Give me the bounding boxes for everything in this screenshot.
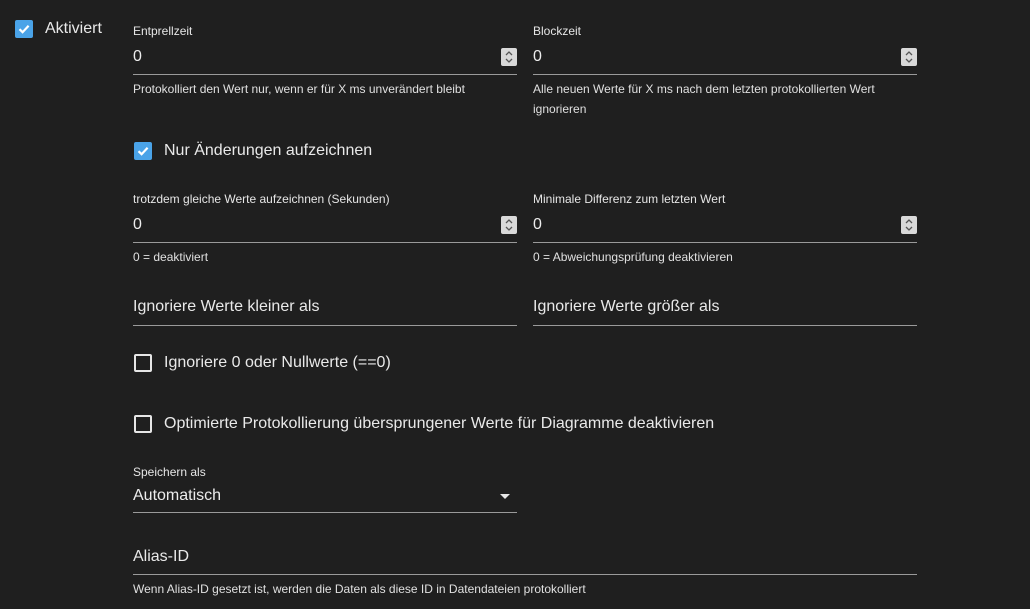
- debounce-input[interactable]: 0: [133, 48, 142, 66]
- store-as-label: Speichern als: [133, 465, 206, 479]
- still-record-field: trotzdem gleiche Werte aufzeichnen (Seku…: [133, 192, 517, 267]
- ignore-zero-checkbox[interactable]: [134, 354, 152, 372]
- debounce-label: Entprellzeit: [133, 24, 193, 38]
- dropdown-arrow-icon[interactable]: [500, 493, 510, 499]
- min-diff-underline: [533, 242, 917, 243]
- ignore-zero-row[interactable]: Ignoriere 0 oder Nullwerte (==0): [134, 354, 391, 372]
- disable-skipped-checkbox[interactable]: [134, 415, 152, 433]
- ignore-below-underline: [133, 325, 517, 326]
- debounce-helper: Protokolliert den Wert nur, wenn er für …: [133, 82, 465, 96]
- ignore-above-input[interactable]: Ignoriere Werte größer als: [533, 298, 917, 320]
- still-record-stepper[interactable]: [501, 216, 517, 234]
- checkmark-icon: [137, 147, 149, 156]
- blocktime-label: Blockzeit: [533, 24, 582, 38]
- enabled-checkbox[interactable]: [15, 20, 33, 38]
- enabled-label: Aktiviert: [45, 20, 102, 37]
- disable-skipped-label: Optimierte Protokollierung übersprungene…: [164, 415, 715, 432]
- ignore-zero-label: Ignoriere 0 oder Nullwerte (==0): [164, 354, 391, 371]
- alias-field[interactable]: Alias-ID Wenn Alias-ID gesetzt ist, werd…: [133, 548, 917, 599]
- blocktime-input[interactable]: 0: [533, 48, 542, 66]
- blocktime-underline: [533, 74, 917, 75]
- still-record-underline: [133, 242, 517, 243]
- ignore-below-field[interactable]: Ignoriere Werte kleiner als: [133, 298, 517, 326]
- still-record-label: trotzdem gleiche Werte aufzeichnen (Seku…: [133, 192, 390, 206]
- stepper-arrows-icon: [505, 51, 513, 63]
- changes-only-row[interactable]: Nur Änderungen aufzeichnen: [134, 142, 372, 160]
- changes-only-checkbox[interactable]: [134, 142, 152, 160]
- still-record-input[interactable]: 0: [133, 216, 142, 234]
- store-as-select[interactable]: Automatisch: [133, 487, 221, 505]
- still-record-helper: 0 = deaktiviert: [133, 250, 209, 264]
- alias-input[interactable]: Alias-ID: [133, 548, 917, 570]
- debounce-field: Entprellzeit 0 Protokolliert den Wert nu…: [133, 24, 517, 99]
- alias-helper: Wenn Alias-ID gesetzt ist, werden die Da…: [133, 582, 586, 596]
- min-diff-helper: 0 = Abweichungsprüfung deaktivieren: [533, 250, 733, 264]
- store-as-field[interactable]: Speichern als Automatisch: [133, 465, 517, 513]
- alias-underline: [133, 574, 917, 575]
- min-diff-input[interactable]: 0: [533, 216, 542, 234]
- debounce-stepper[interactable]: [501, 48, 517, 66]
- stepper-arrows-icon: [505, 219, 513, 231]
- min-diff-stepper[interactable]: [901, 216, 917, 234]
- ignore-below-input[interactable]: Ignoriere Werte kleiner als: [133, 298, 517, 320]
- debounce-underline: [133, 74, 517, 75]
- checkmark-icon: [18, 25, 30, 34]
- min-diff-label: Minimale Differenz zum letzten Wert: [533, 192, 726, 206]
- changes-only-label: Nur Änderungen aufzeichnen: [164, 142, 373, 159]
- stepper-arrows-icon: [905, 219, 913, 231]
- blocktime-stepper[interactable]: [901, 48, 917, 66]
- blocktime-helper: Alle neuen Werte für X ms nach dem letzt…: [533, 82, 875, 116]
- enabled-checkbox-row[interactable]: Aktiviert: [15, 20, 102, 38]
- ignore-above-underline: [533, 325, 917, 326]
- stepper-arrows-icon: [905, 51, 913, 63]
- ignore-above-field[interactable]: Ignoriere Werte größer als: [533, 298, 917, 326]
- disable-skipped-row[interactable]: Optimierte Protokollierung übersprungene…: [134, 415, 714, 433]
- blocktime-field: Blockzeit 0 Alle neuen Werte für X ms na…: [533, 24, 917, 119]
- store-as-underline: [133, 512, 517, 513]
- min-diff-field: Minimale Differenz zum letzten Wert 0 0 …: [533, 192, 917, 267]
